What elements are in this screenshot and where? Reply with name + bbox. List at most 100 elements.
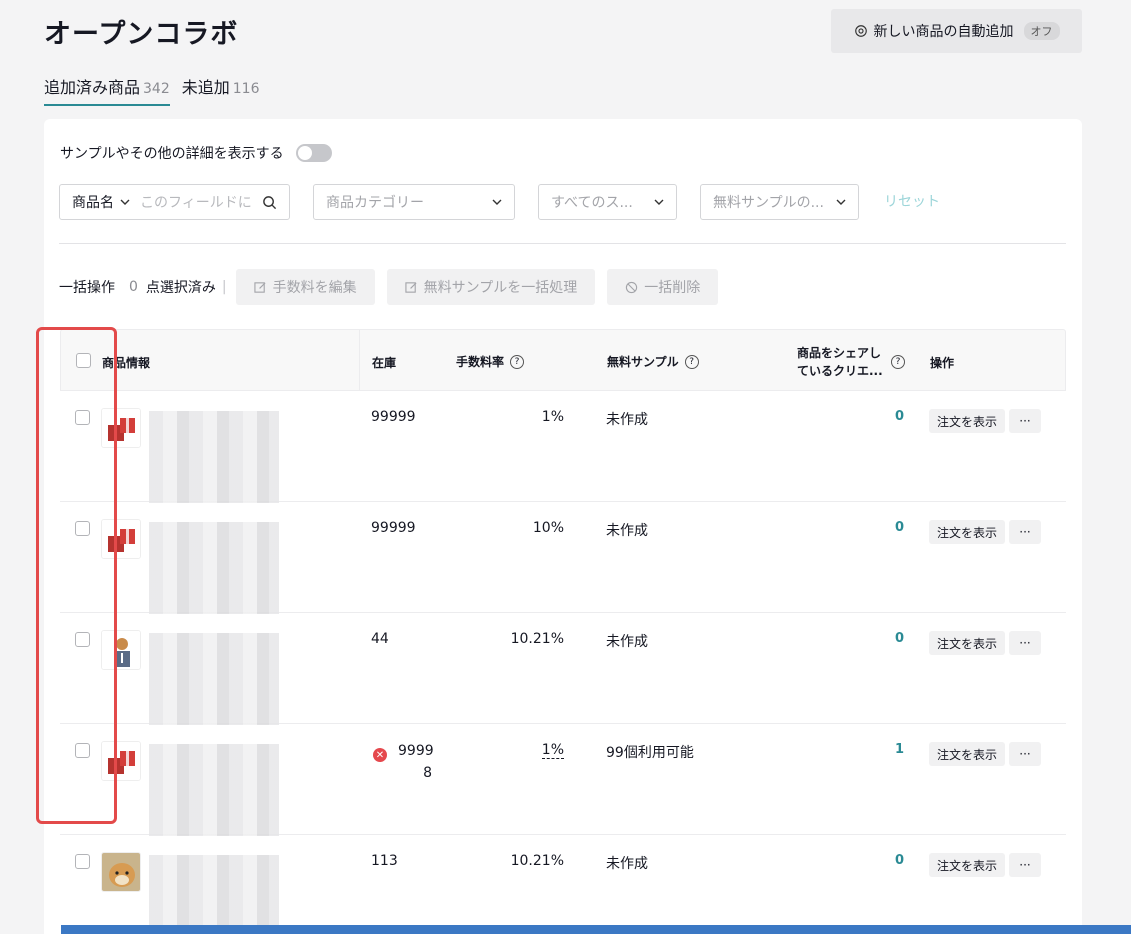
status-placeholder: すべてのス... <box>551 195 633 211</box>
help-icon[interactable]: ? <box>510 354 525 369</box>
auto-add-state-badge: オフ <box>1023 22 1060 40</box>
bulk-actions: 一括操作 0 点選択済み | 手数料を編集 無料サンプルを一括処理 一括削除 <box>59 269 730 305</box>
more-actions-button[interactable]: ··· <box>1009 631 1041 655</box>
more-actions-button[interactable]: ··· <box>1009 742 1041 766</box>
divider <box>59 243 1066 244</box>
name-select[interactable]: 商品名 <box>72 192 140 212</box>
table-row: 99999 10% 未作成 0 注文を表示 ··· <box>60 502 1066 614</box>
blurred-product-info <box>149 633 279 725</box>
tab-label: 追加済み商品 <box>44 78 141 97</box>
product-tabs: 追加済み商品 342 未追加 116 <box>44 74 260 106</box>
more-actions-button[interactable]: ··· <box>1009 520 1041 544</box>
free-sample-status: 未作成 <box>606 523 648 539</box>
view-orders-button[interactable]: 注文を表示 <box>929 742 1006 766</box>
gear-icon <box>854 25 867 37</box>
creator-count-link[interactable]: 0 <box>860 409 904 424</box>
bulk-sample-button[interactable]: 無料サンプルを一括処理 <box>386 269 596 305</box>
creator-count-link[interactable]: 0 <box>860 853 904 868</box>
header-stock: 在庫 <box>372 356 397 370</box>
help-icon[interactable]: ? <box>891 355 905 369</box>
bulk-label: 一括操作 <box>59 280 115 296</box>
free-sample-status: 99個利用可能 <box>606 745 694 761</box>
tab-added-products[interactable]: 追加済み商品 342 <box>44 74 170 106</box>
commission-rate: 10% <box>532 520 564 536</box>
tab-label: 未追加 <box>181 78 230 97</box>
details-toggle-label: サンプルやその他の詳細を表示する <box>60 146 284 162</box>
chevron-down-icon <box>492 199 502 205</box>
edit-fee-label: 手数料を編集 <box>272 280 357 296</box>
name-select-label: 商品名 <box>72 195 114 211</box>
category-select[interactable]: 商品カテゴリー <box>313 184 515 220</box>
free-sample-status: 未作成 <box>606 856 648 872</box>
row-checkbox[interactable] <box>75 854 90 869</box>
chevron-down-icon <box>120 199 130 205</box>
tab-not-added[interactable]: 未追加 116 <box>182 74 260 106</box>
header-sample: 無料サンプル? <box>607 353 699 370</box>
product-thumbnail <box>101 852 141 892</box>
bulk-delete-label: 一括削除 <box>644 280 701 296</box>
page-title: オープンコラボ <box>44 19 239 50</box>
free-sample-status: 未作成 <box>606 412 648 428</box>
creator-count-link[interactable]: 0 <box>860 631 904 646</box>
edit-fee-button[interactable]: 手数料を編集 <box>235 269 375 305</box>
stock-value: 44 <box>371 631 389 647</box>
table-row: 113 10.21% 未作成 0 注文を表示 ··· <box>60 835 1066 934</box>
chevron-down-icon <box>836 199 846 205</box>
header-actions: 操作 <box>930 356 955 370</box>
blurred-product-info <box>149 411 279 503</box>
commission-rate: 10.21% <box>510 631 564 647</box>
commission-rate: 1% <box>541 409 564 425</box>
help-icon[interactable]: ? <box>684 354 699 369</box>
commission-rate: 1% <box>541 742 564 759</box>
selected-label: 点選択済み <box>145 280 216 296</box>
header-creators: 商品をシェアしているクリエ...? <box>797 344 907 380</box>
search-icon[interactable] <box>262 195 277 210</box>
product-panel: サンプルやその他の詳細を表示する 商品名 このフィールドに 商品カテゴリー すべ… <box>44 119 1082 934</box>
error-icon: ✕ <box>373 748 387 762</box>
edit-icon <box>254 281 266 293</box>
more-actions-button[interactable]: ··· <box>1009 853 1041 877</box>
details-toggle-row: サンプルやその他の詳細を表示する <box>60 143 332 163</box>
blurred-product-info <box>149 522 279 614</box>
product-name-search[interactable]: 商品名 このフィールドに <box>59 184 290 220</box>
edit-icon <box>405 281 417 293</box>
stock-value: 9999 8 <box>398 743 434 781</box>
blurred-product-info <box>149 744 279 836</box>
table-body: 99999 1% 未作成 0 注文を表示 ··· 99999 10% 未作成 0… <box>60 391 1066 934</box>
bulk-sample-label: 無料サンプルを一括処理 <box>423 280 578 296</box>
bulk-delete-button[interactable]: 一括削除 <box>607 269 719 305</box>
creator-count-link[interactable]: 1 <box>860 742 904 757</box>
stock-value: 99999 <box>371 409 416 425</box>
search-input[interactable]: このフィールドに <box>140 192 262 212</box>
table-row: ✕ 9999 8 1% 99個利用可能 1 注文を表示 ··· <box>60 724 1066 836</box>
creator-count-link[interactable]: 0 <box>860 520 904 535</box>
bottom-scroll-bar <box>61 925 1131 934</box>
free-sample-status: 未作成 <box>606 634 648 650</box>
details-toggle-switch[interactable] <box>295 144 332 162</box>
sample-placeholder: 無料サンプルの... <box>713 195 824 211</box>
more-actions-button[interactable]: ··· <box>1009 409 1041 433</box>
table-row: 99999 1% 未作成 0 注文を表示 ··· <box>60 391 1066 503</box>
stock-value: 113 <box>371 853 398 869</box>
auto-add-label: 新しい商品の自動追加 <box>873 24 1014 40</box>
selected-count: 0 <box>129 279 138 295</box>
view-orders-button[interactable]: 注文を表示 <box>929 409 1006 433</box>
ban-icon <box>626 281 638 293</box>
view-orders-button[interactable]: 注文を表示 <box>929 520 1006 544</box>
checkbox-column-highlight <box>36 327 117 824</box>
reset-link[interactable]: リセット <box>884 191 940 211</box>
column-divider <box>359 330 360 390</box>
category-placeholder: 商品カテゴリー <box>326 195 424 211</box>
view-orders-button[interactable]: 注文を表示 <box>929 631 1006 655</box>
stock-value: 99999 <box>371 520 416 536</box>
sample-select[interactable]: 無料サンプルの... <box>700 184 859 220</box>
product-table: 商品情報 在庫 手数料率? 無料サンプル? 商品をシェアしているクリエ...? … <box>60 329 1066 934</box>
status-select[interactable]: すべてのス... <box>538 184 677 220</box>
tab-count: 116 <box>232 81 260 97</box>
view-orders-button[interactable]: 注文を表示 <box>929 853 1006 877</box>
blurred-product-info <box>149 855 279 934</box>
auto-add-button[interactable]: 新しい商品の自動追加 オフ <box>831 9 1082 53</box>
separator: | <box>221 279 227 295</box>
header-rate: 手数料率? <box>456 353 525 370</box>
table-header: 商品情報 在庫 手数料率? 無料サンプル? 商品をシェアしているクリエ...? … <box>60 329 1066 391</box>
